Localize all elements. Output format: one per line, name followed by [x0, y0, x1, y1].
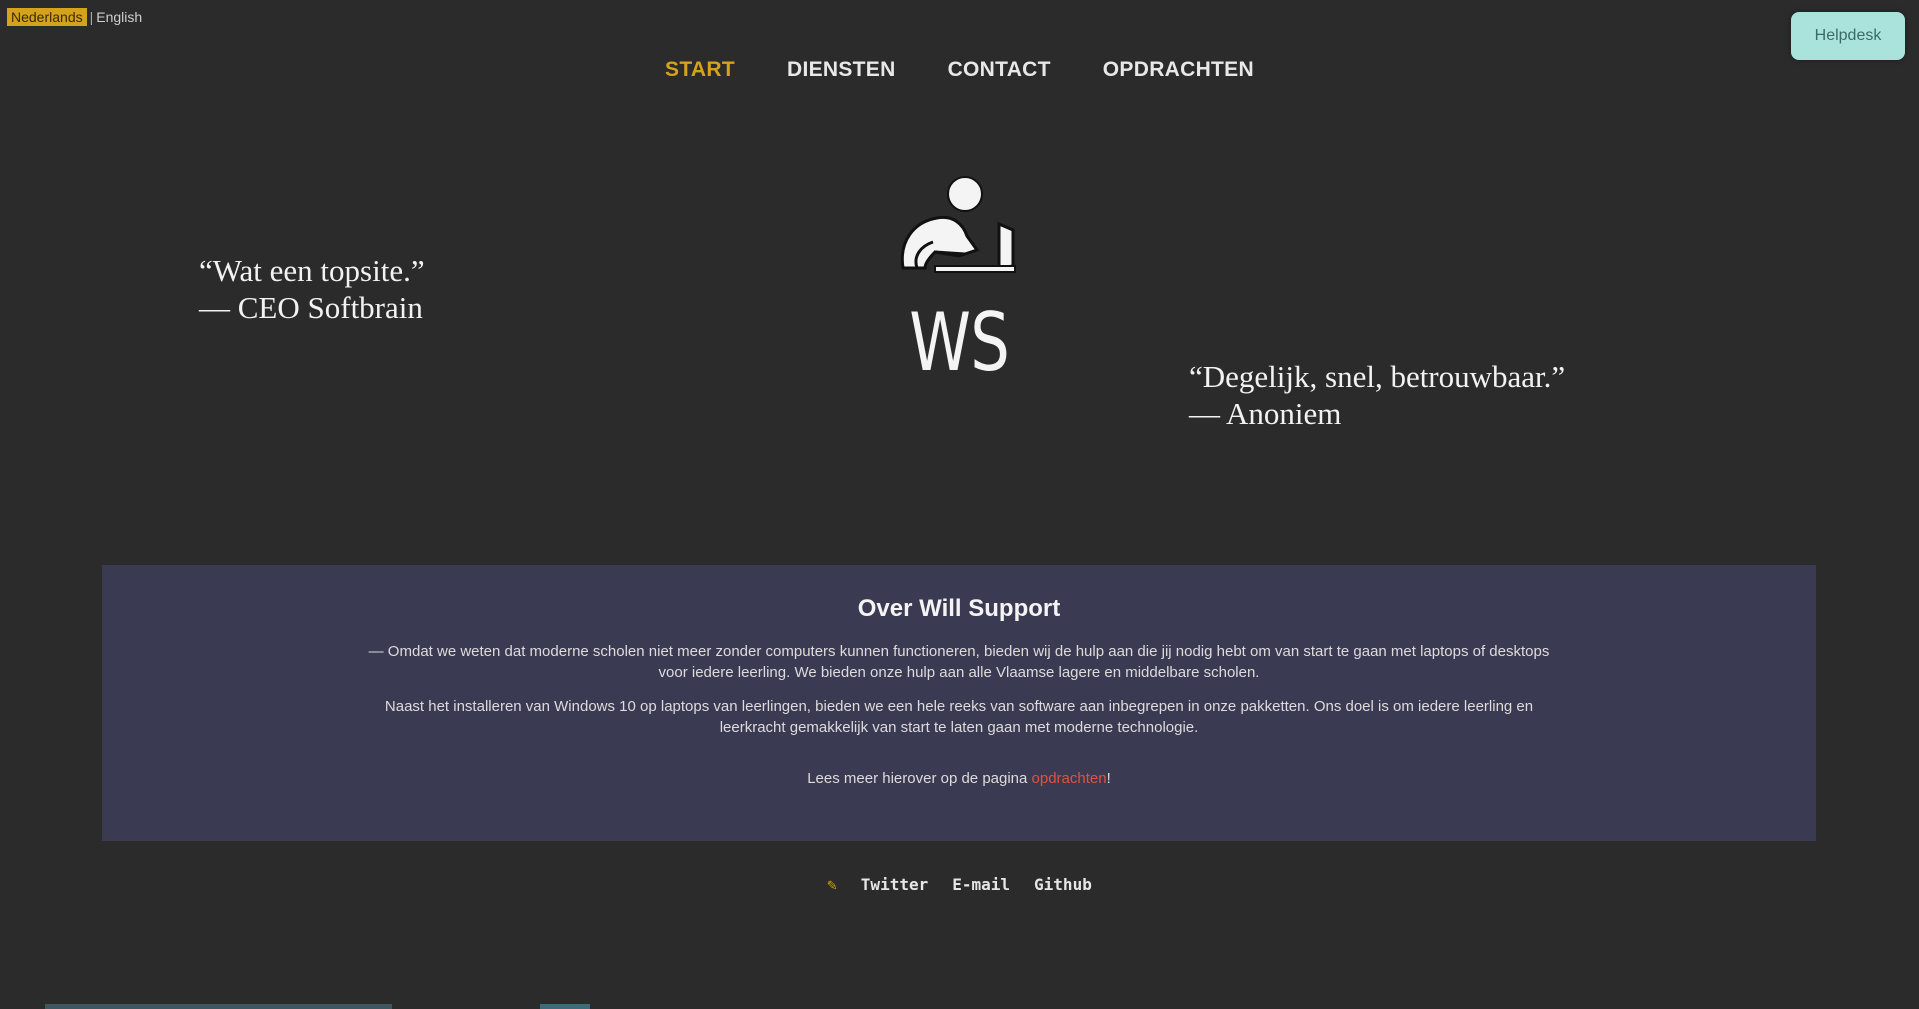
readmore-suffix: ! [1106, 770, 1111, 787]
about-readmore: Lees meer hierover op de pagina opdracht… [352, 768, 1566, 789]
about-paragraph-2: Naast het installeren van Windows 10 op … [384, 698, 1534, 736]
language-switch: Nederlands | English [7, 8, 142, 26]
testimonial-anoniem: “Degelijk, snel, betrouwbaar.” — Anoniem [1189, 358, 1565, 432]
language-english[interactable]: English [96, 9, 142, 25]
bottom-scroll-strip [45, 1004, 392, 1009]
readmore-prefix: Lees meer hierover op de pagina [807, 770, 1032, 787]
pencil-icon: ✎ [827, 875, 837, 894]
about-content: Over Will Support — Omdat we weten dat m… [352, 595, 1566, 802]
nav-start[interactable]: START [665, 58, 735, 82]
email-link[interactable]: E-mail [952, 875, 1010, 894]
github-link[interactable]: Github [1034, 875, 1092, 894]
testimonial-author: — Anoniem [1189, 396, 1342, 431]
about-title: Over Will Support [857, 595, 1061, 622]
nav-diensten[interactable]: DIENSTEN [787, 58, 896, 82]
footer-links: ✎ Twitter E-mail Github [0, 875, 1919, 894]
page: Nederlands | English Helpdesk START DIENST… [0, 0, 1919, 1009]
helpdesk-button[interactable]: Helpdesk [1791, 12, 1905, 60]
nav-contact[interactable]: CONTACT [948, 58, 1051, 82]
about-panel: Over Will Support — Omdat we weten dat m… [102, 565, 1816, 841]
opdrachten-link[interactable]: opdrachten [1032, 770, 1107, 787]
person-at-laptop-icon [900, 176, 1016, 273]
about-paragraph-1: — Omdat we weten dat moderne scholen nie… [368, 643, 1550, 681]
language-separator: | [89, 9, 94, 25]
language-dutch[interactable]: Nederlands [7, 8, 87, 26]
testimonial-text: “Degelijk, snel, betrouwbaar.” [1189, 359, 1566, 394]
nav-opdrachten[interactable]: OPDRACHTEN [1103, 58, 1254, 82]
bottom-indicator [540, 1004, 590, 1009]
twitter-link[interactable]: Twitter [861, 875, 928, 894]
testimonial-text: “Wat een topsite.” [199, 253, 425, 288]
main-nav: START DIENSTEN CONTACT OPDRACHTEN [0, 58, 1919, 82]
